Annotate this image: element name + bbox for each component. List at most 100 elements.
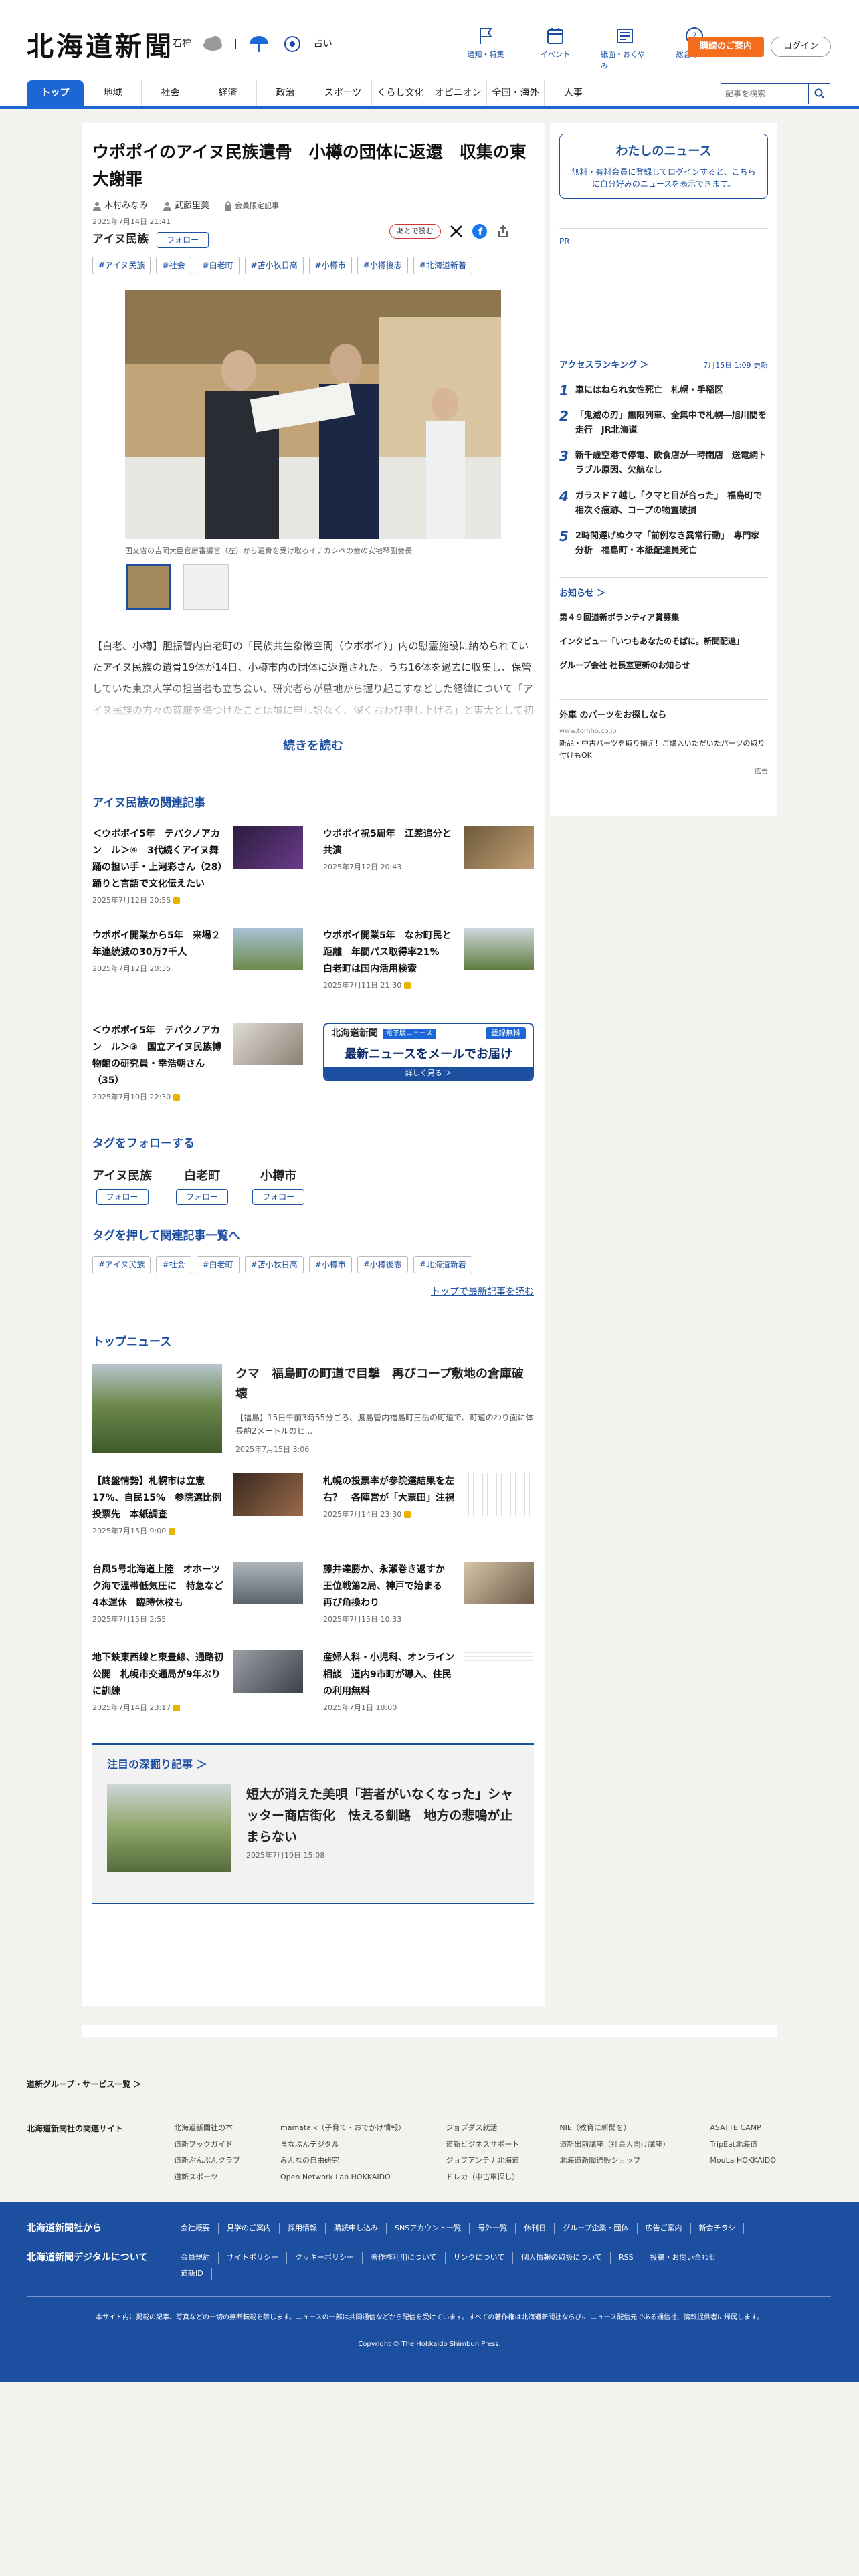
deep-dive-item[interactable]: 短大が消えた美唄「若者がいなくなった」シャッター商店街化 怯える釧路 地方の悲鳴… [107, 1783, 519, 1872]
related-item[interactable]: ＜ウポポイ5年 テパクノアカン ル＞④ 3代続くアイヌ舞踊の担い手・上河彩さん（… [92, 825, 303, 907]
footer-link[interactable]: 購読申し込み [326, 2223, 387, 2234]
tag-link[interactable]: #小樽市 [308, 1255, 352, 1273]
nav-sports[interactable]: スポーツ [314, 80, 372, 106]
nav-local[interactable]: 地域 [84, 80, 142, 106]
subscribe-button[interactable]: 購読のご案内 [688, 37, 764, 57]
site-link[interactable]: TripEat北海道 [710, 2139, 776, 2151]
site-link[interactable]: 道新ブックガイド [174, 2139, 240, 2151]
site-link[interactable]: 道新ぶんぶんクラブ [174, 2155, 240, 2167]
tag-link[interactable]: #白老町 [196, 256, 240, 274]
sidebar-ad[interactable]: 外車 のパーツをお探しなら www.tomho.co.jp 新品・中古パーツを取… [559, 699, 768, 777]
site-link[interactable]: 道新ビジネスサポート [446, 2139, 519, 2151]
tag-link[interactable]: #北海道新着 [413, 1255, 472, 1273]
footer-link[interactable]: 投稿・お問い合わせ [642, 2252, 725, 2264]
footer-link[interactable]: グループ企業・団体 [555, 2223, 638, 2234]
tag-link[interactable]: #アイヌ民族 [92, 1255, 151, 1273]
site-link[interactable]: NIE（教育に新聞を） [559, 2123, 670, 2134]
site-link[interactable]: まなぶんデジタル [280, 2139, 405, 2151]
fortune-link[interactable]: 占い [314, 37, 332, 51]
top-news-item[interactable]: 地下鉄東西線と東豊線、通路初公開 札幌市交通局が9年ぶりに訓練 2025年7月1… [92, 1649, 303, 1723]
ranking-item[interactable]: 3 新千歳空港で停電、飲食店が一時閉店 送電網トラブル原因、欠航なし [559, 449, 768, 478]
tag-link[interactable]: #白老町 [196, 1255, 240, 1273]
tag-link[interactable]: #小樽後志 [357, 256, 408, 274]
my-news-box[interactable]: わたしのニュース 無料・有料会員に登録してログインすると、こちらに自分好みのニュ… [559, 134, 768, 199]
author-2[interactable]: 武藤里美 [163, 199, 209, 213]
follow-tag-name[interactable]: 白老町 [184, 1167, 220, 1185]
tag-link[interactable]: #小樽後志 [357, 1255, 408, 1273]
footer-link[interactable]: SNSアカウント一覧 [387, 2223, 470, 2234]
tag-link[interactable]: #アイヌ民族 [92, 256, 151, 274]
footer-link[interactable]: 号外一覧 [470, 2223, 516, 2234]
top-news-item[interactable]: 産婦人科・小児科、オンライン相談 道内9市町が導入、住民の利用無料 2025年7… [323, 1649, 534, 1723]
nav-economy[interactable]: 経済 [199, 80, 257, 106]
ranking-item[interactable]: 2 「鬼滅の刃」無限列車、全集中で札幌―旭川間を走行 JR北海道 [559, 409, 768, 438]
nav-world[interactable]: 全国・海外 [487, 80, 545, 106]
follow-tag-name[interactable]: 小樽市 [260, 1167, 296, 1185]
related-item[interactable]: ＜ウポポイ5年 テパクノアカン ル＞③ 国立アイヌ民族博物館の研究員・幸浩朝さん… [92, 1023, 303, 1103]
related-item[interactable]: ウポポイ開業5年 なお町民と距離 年間パス取得率21% 白老町は国内活用検索 2… [323, 928, 534, 1001]
paper-link[interactable]: 紙面・おくやみ [601, 25, 649, 72]
photo-thumb-2[interactable] [183, 564, 229, 610]
footer-link[interactable]: サイトポリシー [219, 2252, 287, 2264]
photo-thumb-1[interactable] [126, 564, 171, 610]
tag-link[interactable]: #小樽市 [308, 256, 352, 274]
site-link[interactable]: ASATTE CAMP [710, 2123, 776, 2134]
x-share-icon[interactable] [449, 224, 464, 239]
footer-link[interactable]: クッキーポリシー [287, 2252, 363, 2264]
nav-personnel[interactable]: 人事 [545, 80, 602, 106]
footer-link[interactable]: 道新ID [181, 2268, 212, 2280]
top-news-item[interactable]: 台風5号北海道上陸 オホーツク海で温帯低気圧に 特急など4本運休 臨時休校も 2… [92, 1561, 303, 1635]
tag-link[interactable]: #社会 [156, 1255, 191, 1273]
top-news-item[interactable]: 【終盤情勢】札幌市は立憲17%、自民15% 参院選比例投票先 本紙調査 2025… [92, 1473, 303, 1547]
topic-follow-button[interactable]: フォロー [157, 231, 209, 248]
top-news-lead[interactable]: クマ 福島町の町道で目撃 再びコープ敷地の倉庫破壊 【福島】15日午前3時55分… [92, 1364, 534, 1456]
events-link[interactable]: イベント [531, 25, 579, 72]
search-input[interactable] [721, 84, 808, 104]
site-link[interactable]: ジョブダス就活 [446, 2123, 519, 2134]
ranking-item[interactable]: 5 2時間遅げぬクマ「前例なき異常行動」 専門家分析 福島町・本紙配達員死亡 [559, 529, 768, 558]
site-link[interactable]: 道新出前講座（社会人向け講座） [559, 2139, 670, 2151]
author-1[interactable]: 木村みなみ [92, 199, 148, 213]
site-link[interactable]: ジョブアンテナ北海道 [446, 2155, 519, 2167]
footer-link[interactable]: 休刊日 [516, 2223, 555, 2234]
site-link[interactable]: Open Network Lab HOKKAIDO [280, 2172, 405, 2183]
ranking-item[interactable]: 4 ガラスド７越し「クマと目が合った」 福島町で相次ぐ痕跡、コープの物置破損 [559, 489, 768, 518]
site-link[interactable]: 北海道新聞通販ショップ [559, 2155, 670, 2167]
footer-link[interactable]: 著作権利用について [363, 2252, 446, 2264]
search-button[interactable] [808, 84, 830, 104]
site-link[interactable]: MouLa HOKKAIDO [710, 2155, 776, 2167]
footer-link[interactable]: 見学のご案内 [219, 2223, 280, 2234]
footer-link[interactable]: 個人情報の取扱について [513, 2252, 611, 2264]
top-news-item[interactable]: 札幌の投票率が参院選結果を左右？ 各陣営が「大票田」注視 2025年7月14日 … [323, 1473, 534, 1547]
footer-link[interactable]: リンクについて [446, 2252, 514, 2264]
footer-link[interactable]: 採用情報 [280, 2223, 326, 2234]
nav-top[interactable]: トップ [27, 80, 84, 106]
tag-link[interactable]: #社会 [156, 256, 191, 274]
site-link[interactable]: 北海道新聞社の本 [174, 2123, 240, 2134]
follow-tag-button[interactable]: フォロー [96, 1189, 149, 1205]
site-logo[interactable]: 北海道新聞 [27, 27, 174, 67]
deep-dive-heading[interactable]: 注目の深掘り記事 ＞ [107, 1757, 519, 1773]
tag-link[interactable]: #苫小牧日高 [244, 1255, 304, 1273]
nav-culture[interactable]: くらし文化 [372, 80, 430, 106]
tag-link[interactable]: #苫小牧日高 [244, 256, 304, 274]
topic-name[interactable]: アイヌ民族 [92, 231, 149, 249]
footer-link[interactable]: 新会チラシ [691, 2223, 745, 2234]
tag-link[interactable]: #北海道新着 [413, 256, 472, 274]
nav-politics[interactable]: 政治 [257, 80, 314, 106]
banner-details-button[interactable]: 詳しく見る ＞ [324, 1067, 533, 1080]
ranking-item[interactable]: 1 車にはねられ女性死亡 札幌・手稲区 [559, 383, 768, 398]
main-photo[interactable] [125, 290, 501, 539]
top-news-item[interactable]: 藤井達勝か、永瀬巻き返すか 王位戦第2局、神戸で始まる 再び角換わり 2025年… [323, 1561, 534, 1635]
site-link[interactable]: 道新スポーツ [174, 2172, 240, 2183]
follow-tag-button[interactable]: フォロー [176, 1189, 229, 1205]
notice-item[interactable]: インタビュー「いつもあなたのそばに。新聞配達」 [559, 635, 768, 648]
facebook-share-icon[interactable]: f [472, 223, 488, 239]
latest-news-link[interactable]: トップで最新記事を読む [92, 1285, 534, 1299]
related-item[interactable]: ウポポイ開業から5年 来場２年連続減の30万7千人 2025年7月12日 20:… [92, 928, 303, 1001]
notifications-link[interactable]: 通知・特集 [462, 25, 510, 72]
site-link[interactable]: mamatalk（子育て・おでかけ情報） [280, 2123, 405, 2134]
read-more-link[interactable]: 続きを読む [92, 737, 534, 755]
related-item[interactable]: ウポポイ祝5周年 江差追分と共演 2025年7月12日 20:43 [323, 825, 534, 907]
footer-link[interactable]: 会社概要 [181, 2223, 219, 2234]
